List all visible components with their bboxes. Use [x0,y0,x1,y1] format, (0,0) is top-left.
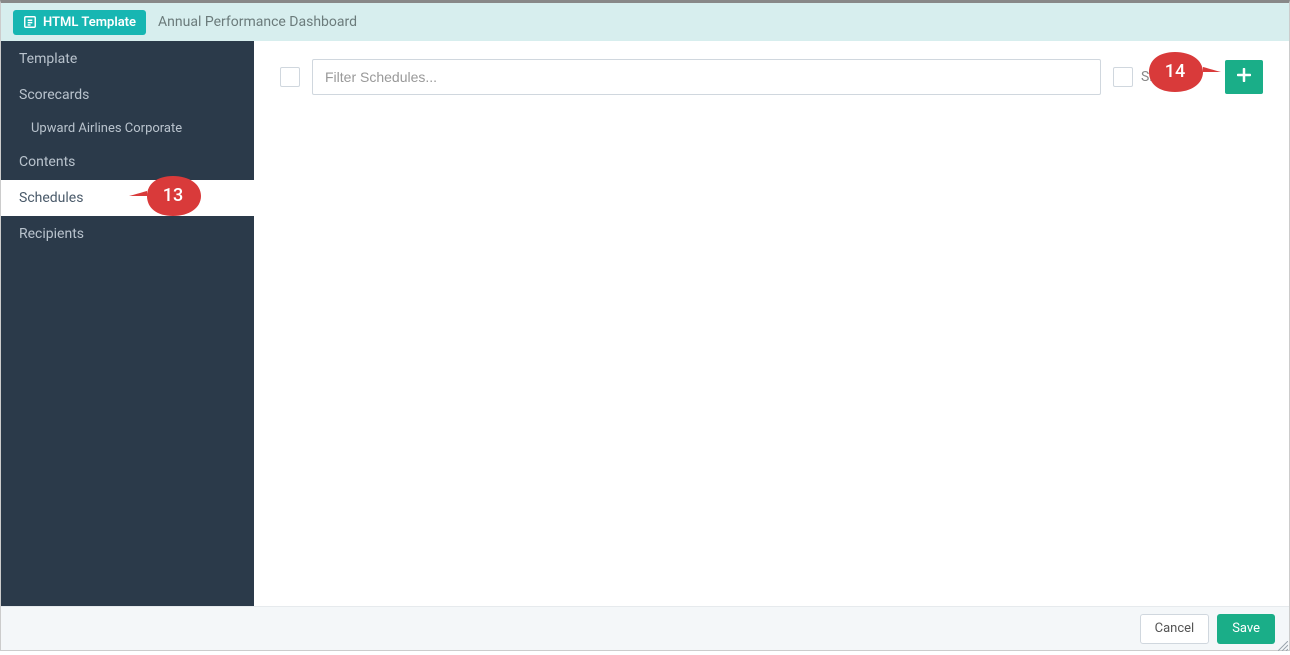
add-schedule-button[interactable]: 14 [1225,60,1263,94]
callout-13-label: 13 [155,185,191,206]
sidebar-item-upward-airlines[interactable]: Upward Airlines Corporate [1,113,254,144]
select-all-checkbox[interactable] [280,67,300,87]
show-checkbox[interactable] [1113,67,1133,87]
badge-label: HTML Template [43,15,136,30]
sidebar-item-template[interactable]: Template [1,41,254,77]
plus-icon [1237,68,1251,86]
content-area: Sh 14 [254,41,1289,606]
show-label: Sh [1141,69,1157,85]
sidebar-item-scorecards[interactable]: Scorecards [1,77,254,113]
footer-bar: Cancel Save [1,606,1289,650]
html-template-badge: HTML Template [13,10,146,35]
header-bar: HTML Template Annual Performance Dashboa… [1,3,1289,41]
show-toggle-wrap: Sh [1113,67,1213,87]
sidebar-item-schedules[interactable]: Schedules 13 [1,180,254,216]
callout-13: 13 [129,174,205,218]
resize-handle-icon[interactable] [1278,639,1288,649]
page-title: Annual Performance Dashboard [158,14,357,30]
html-icon [23,15,37,29]
sidebar-item-label: Schedules [19,190,83,206]
sidebar-item-contents[interactable]: Contents [1,144,254,180]
save-button[interactable]: Save [1217,614,1275,644]
filter-schedules-input[interactable] [312,59,1101,95]
schedules-toolbar: Sh 14 [280,59,1263,95]
sidebar-item-recipients[interactable]: Recipients [1,216,254,252]
sidebar: Template Scorecards Upward Airlines Corp… [1,41,254,606]
cancel-button[interactable]: Cancel [1140,614,1210,644]
